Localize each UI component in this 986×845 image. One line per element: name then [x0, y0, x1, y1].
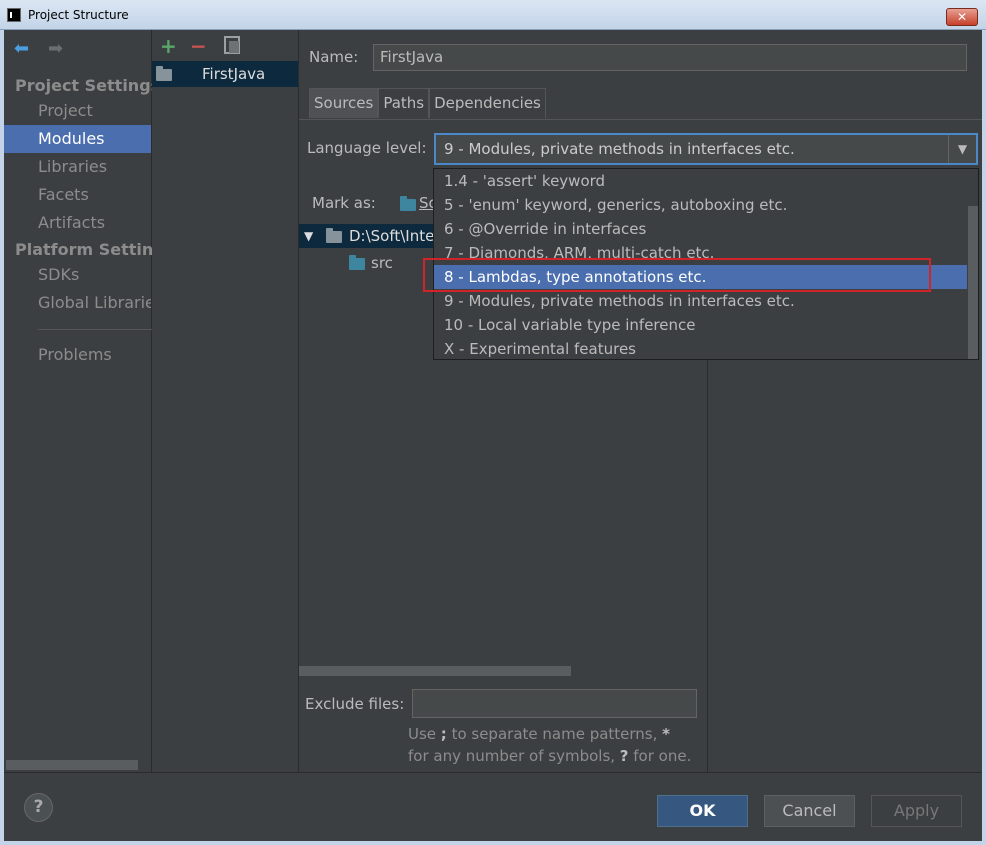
hint-text: * [662, 725, 671, 743]
module-tabs: Sources Paths Dependencies [309, 88, 546, 118]
tree-item-src-label: src [371, 254, 393, 272]
title-bar: Project Structure ✕ [0, 0, 986, 30]
sidebar-scrollbar[interactable] [6, 760, 138, 770]
annotation-highlight-box [423, 258, 931, 292]
tree-item-src[interactable]: src [349, 252, 393, 274]
platform-settings-heading: Platform Setting [15, 240, 165, 259]
sidebar-divider [38, 329, 152, 330]
hint-text: to separate name patterns, [446, 725, 663, 743]
intellij-app-icon [7, 8, 21, 22]
dropdown-arrow-icon[interactable]: ▼ [948, 135, 976, 163]
expand-triangle-icon[interactable]: ▼ [304, 224, 313, 248]
sidebar-item-modules[interactable]: Modules [4, 125, 151, 153]
ok-button[interactable]: OK [657, 795, 748, 827]
add-module-button[interactable]: + [160, 34, 177, 58]
dropdown-option[interactable]: X - Experimental features [434, 337, 967, 361]
copy-module-icon[interactable] [224, 36, 240, 54]
mark-as-sources-button[interactable]: So [399, 194, 438, 212]
sidebar-item-artifacts[interactable]: Artifacts [4, 209, 151, 237]
language-level-label: Language level: [307, 139, 427, 157]
back-arrow-icon[interactable]: ⬅ [14, 38, 29, 59]
sidebar-item-facets[interactable]: Facets [4, 181, 151, 209]
dialog-button-bar: ? OK Cancel Apply [4, 772, 982, 841]
tree-horizontal-scrollbar[interactable] [299, 666, 571, 676]
hint-text: for any number of symbols, [408, 747, 620, 765]
cancel-button[interactable]: Cancel [764, 795, 855, 827]
dropdown-option[interactable]: 6 - @Override in interfaces [434, 217, 967, 241]
language-level-value: 9 - Modules, private methods in interfac… [444, 140, 795, 158]
module-item-firstjava[interactable]: FirstJava [152, 61, 298, 87]
hint-text: ? [619, 747, 629, 765]
dropdown-scrollbar[interactable] [968, 206, 978, 359]
sources-folder-icon [400, 196, 416, 211]
module-item-label: FirstJava [202, 65, 266, 83]
sidebar-item-project[interactable]: Project [4, 97, 151, 125]
language-level-select[interactable]: 9 - Modules, private methods in interfac… [434, 133, 978, 165]
module-folder-icon [156, 66, 172, 81]
sidebar-item-libraries[interactable]: Libraries [4, 153, 151, 181]
dropdown-option[interactable]: 9 - Modules, private methods in interfac… [434, 289, 967, 313]
tree-root-label: D:\Soft\Inte [349, 227, 435, 245]
settings-sidebar: ⬅ ➡ Project Settings Project Modules Lib… [4, 30, 165, 772]
mark-as-label: Mark as: [312, 194, 376, 212]
dropdown-option[interactable]: 10 - Local variable type inference [434, 313, 967, 337]
remove-module-button[interactable]: − [190, 34, 207, 58]
root-folder-icon [326, 228, 342, 243]
dropdown-option[interactable]: 1.4 - 'assert' keyword [434, 169, 967, 193]
help-button[interactable]: ? [24, 793, 53, 822]
sidebar-item-problems[interactable]: Problems [4, 341, 151, 369]
module-settings-panel: Name: FirstJava Sources Paths Dependenci… [299, 30, 982, 772]
module-name-input[interactable]: FirstJava [373, 44, 967, 71]
close-button[interactable]: ✕ [946, 8, 978, 26]
forward-arrow-icon[interactable]: ➡ [48, 38, 63, 59]
src-folder-icon [349, 255, 365, 270]
apply-button[interactable]: Apply [871, 795, 962, 827]
project-settings-heading: Project Settings [15, 76, 161, 95]
tab-dependencies[interactable]: Dependencies [429, 88, 546, 118]
hint-text: for one. [628, 747, 692, 765]
name-label: Name: [309, 48, 359, 66]
sidebar-item-sdks[interactable]: SDKs [4, 261, 151, 289]
exclude-hint: Use ; to separate name patterns, * for a… [408, 723, 691, 767]
dropdown-option[interactable]: 5 - 'enum' keyword, generics, autoboxing… [434, 193, 967, 217]
tab-paths[interactable]: Paths [378, 88, 430, 118]
exclude-files-input[interactable] [412, 689, 697, 718]
hint-text: Use [408, 725, 441, 743]
window-title: Project Structure [28, 8, 129, 22]
module-list-panel: + − FirstJava [152, 30, 299, 772]
exclude-files-label: Exclude files: [305, 695, 405, 713]
sidebar-item-global-libraries[interactable]: Global Libraries [4, 289, 151, 317]
tab-sources[interactable]: Sources [309, 88, 379, 118]
